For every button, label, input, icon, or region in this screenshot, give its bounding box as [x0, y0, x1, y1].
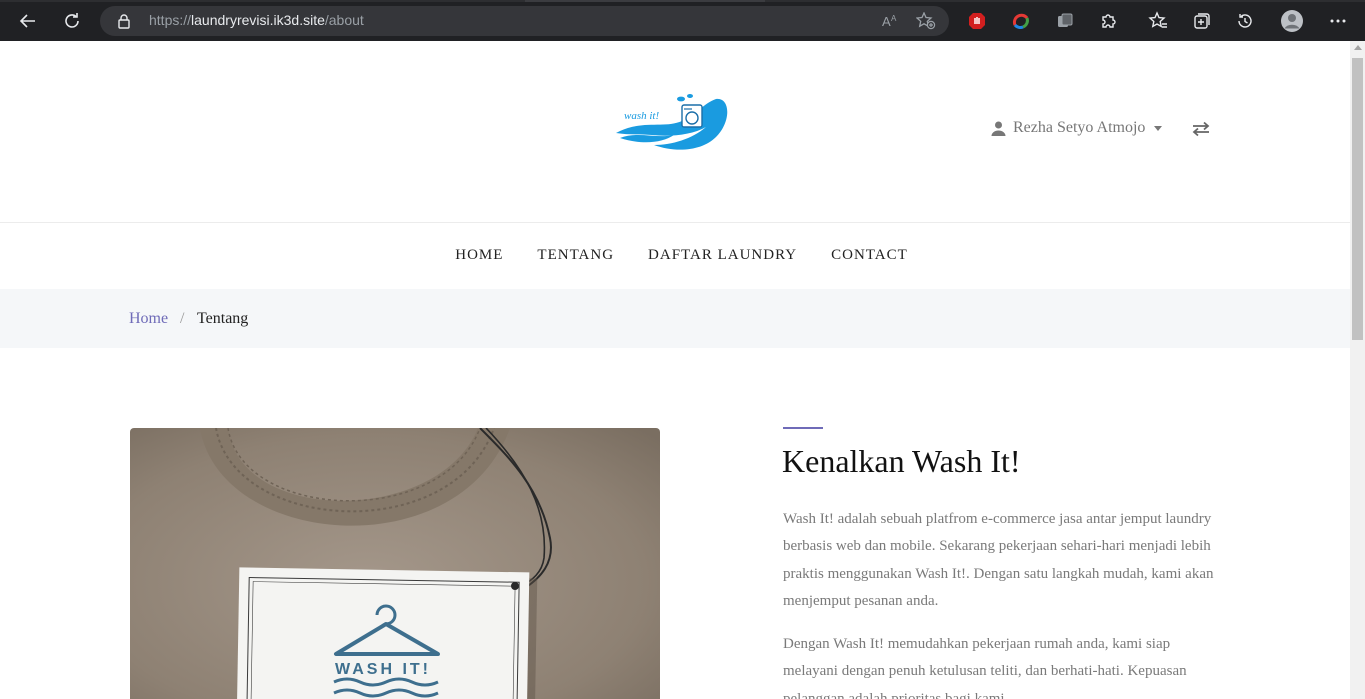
- about-title: Kenalkan Wash It!: [782, 443, 1021, 479]
- scroll-up-arrow-icon[interactable]: [1354, 45, 1362, 50]
- site-header: wash it! Rezha Setyo Atmojo: [0, 41, 1350, 223]
- add-favorite-icon[interactable]: [915, 11, 936, 35]
- chevron-down-icon: [1154, 125, 1163, 131]
- svg-text:A: A: [882, 14, 891, 29]
- swap-icon[interactable]: [1191, 121, 1211, 142]
- adblock-icon[interactable]: [965, 9, 989, 33]
- history-icon[interactable]: [1233, 9, 1257, 33]
- nav-item-tentang[interactable]: TENTANG: [520, 223, 631, 289]
- url-text[interactable]: https://laundryrevisi.ik3d.site/about: [149, 12, 364, 28]
- page-viewport: wash it! Rezha Setyo Atmojo HOME TENTANG…: [0, 41, 1350, 699]
- breadcrumb: Home / Tentang: [0, 289, 1350, 348]
- about-image: WASH IT!: [130, 428, 660, 699]
- breadcrumb-current: Tentang: [197, 310, 249, 327]
- profile-icon[interactable]: [1280, 9, 1304, 33]
- collections-icon[interactable]: [1190, 9, 1214, 33]
- breadcrumb-separator: /: [180, 310, 185, 327]
- nav-item-home[interactable]: HOME: [425, 223, 520, 289]
- title-accent-line: [783, 427, 823, 429]
- about-paragraph-2: Dengan Wash It! memudahkan pekerjaan rum…: [783, 636, 1187, 699]
- address-bar[interactable]: https://laundryrevisi.ik3d.site/about AA: [100, 6, 949, 36]
- browser-toolbar: https://laundryrevisi.ik3d.site/about AA: [0, 0, 1365, 41]
- nav-item-daftar-laundry[interactable]: DAFTAR LAUNDRY: [631, 223, 814, 289]
- more-icon[interactable]: [1326, 9, 1350, 33]
- url-host: laundryrevisi.ik3d.site: [191, 12, 325, 28]
- color-extension-icon[interactable]: [1009, 9, 1033, 33]
- user-name: Rezha Setyo Atmojo: [1013, 119, 1146, 136]
- user-icon: [991, 121, 1006, 136]
- read-aloud-icon[interactable]: AA: [881, 12, 899, 35]
- main-nav: HOME TENTANG DAFTAR LAUNDRY CONTACT: [0, 223, 1350, 289]
- about-paragraph-1: Wash It! adalah sebuah platfrom e-commer…: [783, 511, 1214, 609]
- page-scrollbar[interactable]: [1350, 41, 1365, 699]
- extensions-icon[interactable]: [1097, 9, 1121, 33]
- favorites-icon[interactable]: [1146, 9, 1170, 33]
- nav-item-contact[interactable]: CONTACT: [814, 223, 925, 289]
- scrollbar-thumb[interactable]: [1352, 58, 1363, 340]
- active-tab-indicator: [525, 0, 765, 2]
- site-logo[interactable]: wash it!: [612, 91, 732, 156]
- back-icon[interactable]: [16, 9, 40, 33]
- breadcrumb-home-link[interactable]: Home: [129, 310, 168, 328]
- collections-extension-icon[interactable]: [1053, 9, 1077, 33]
- reload-icon[interactable]: [60, 9, 84, 33]
- tab-strip-edge: [0, 0, 1365, 2]
- svg-text:A: A: [891, 14, 897, 23]
- logo-text: wash it!: [624, 110, 659, 122]
- url-prefix: https://: [149, 12, 192, 28]
- tag-text: WASH IT!: [335, 661, 431, 678]
- url-path: /about: [324, 12, 364, 28]
- lock-icon[interactable]: [117, 13, 131, 34]
- user-menu-toggle[interactable]: Rezha Setyo Atmojo: [991, 119, 1163, 137]
